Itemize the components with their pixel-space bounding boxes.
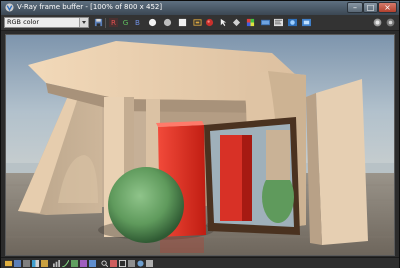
alpha-channel-icon[interactable] <box>148 18 157 27</box>
minimize-button[interactable]: – <box>347 2 363 13</box>
color-corrections-icon[interactable] <box>246 18 255 27</box>
zoom-icon[interactable] <box>101 260 108 267</box>
channel-dropdown-value: RGB color <box>7 18 40 26</box>
toolbar-separator <box>105 18 106 28</box>
chevron-down-icon[interactable] <box>79 18 88 27</box>
bottom-toolbar <box>1 257 399 268</box>
levels-icon[interactable] <box>53 260 60 267</box>
open-image-icon[interactable] <box>5 260 12 267</box>
maximize-button[interactable]: □ <box>363 2 378 13</box>
rendered-image <box>6 35 394 255</box>
clear-image-icon[interactable] <box>178 18 187 27</box>
red-channel-letter: R <box>111 18 116 27</box>
close-button[interactable]: × <box>378 2 397 13</box>
vfb-window: V-Ray frame buffer - [100% of 800 x 452]… <box>0 0 400 268</box>
blue-channel-letter: B <box>135 18 140 27</box>
ocio-icon[interactable] <box>80 260 87 267</box>
icc-icon[interactable] <box>89 260 96 267</box>
track-mouse-icon[interactable] <box>219 18 228 27</box>
blue-channel-toggle[interactable]: B <box>133 18 142 27</box>
channel-dropdown[interactable]: RGB color <box>4 17 89 28</box>
lut-icon[interactable] <box>71 260 78 267</box>
window-title: V-Ray frame buffer - [100% of 800 x 452] <box>17 3 163 11</box>
render-viewport[interactable] <box>5 34 395 256</box>
info-icon[interactable] <box>137 260 144 267</box>
srgb-icon[interactable] <box>261 18 270 27</box>
green-channel-letter: G <box>123 18 129 27</box>
history-panel-icon[interactable] <box>23 260 30 267</box>
exposure-icon[interactable] <box>41 260 48 267</box>
render-icon[interactable] <box>205 18 214 27</box>
save-image-icon[interactable] <box>94 18 103 27</box>
vfb-toolbar: RGB color R G B <box>1 15 399 31</box>
test-resolution-icon[interactable] <box>146 260 153 267</box>
monochrome-icon[interactable] <box>163 18 172 27</box>
red-channel-toggle[interactable]: R <box>109 18 118 27</box>
pixel-info-icon[interactable] <box>274 18 283 27</box>
compare-icon[interactable] <box>32 260 39 267</box>
region-icon[interactable] <box>119 260 126 267</box>
stop-render-icon[interactable] <box>373 18 382 27</box>
vray-logo-icon <box>5 3 14 12</box>
settings-icon[interactable] <box>386 18 395 27</box>
lens-effects-icon[interactable] <box>288 18 297 27</box>
title-bar[interactable]: V-Ray frame buffer - [100% of 800 x 452]… <box>1 1 399 15</box>
pan-icon[interactable] <box>110 260 117 267</box>
region-render-icon[interactable] <box>193 18 202 27</box>
green-channel-toggle[interactable]: G <box>121 18 130 27</box>
history-icon[interactable] <box>302 18 311 27</box>
link-icon[interactable] <box>232 18 241 27</box>
fit-icon[interactable] <box>128 260 135 267</box>
save-all-icon[interactable] <box>14 260 21 267</box>
curves-icon[interactable] <box>62 260 69 267</box>
